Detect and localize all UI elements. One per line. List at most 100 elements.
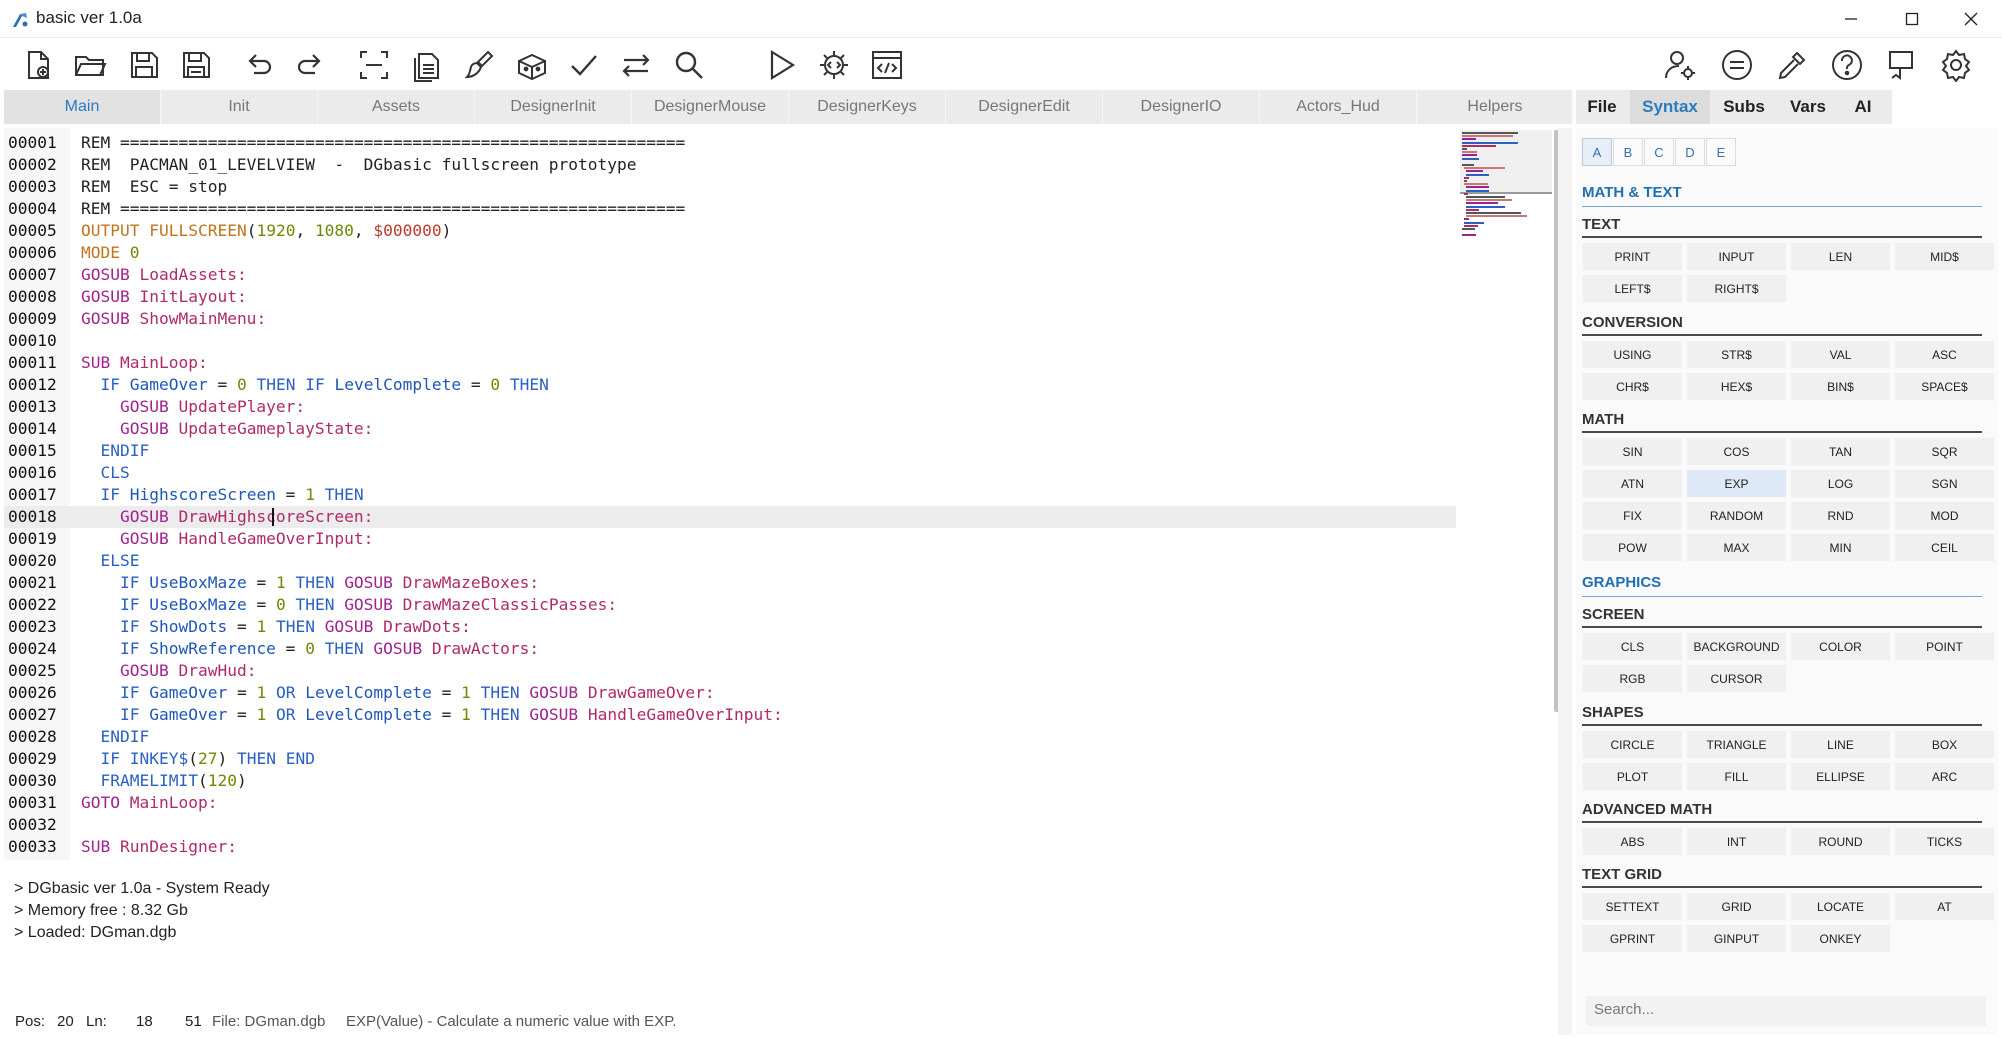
code-view-button[interactable]	[866, 44, 908, 86]
tab-ai[interactable]: AI	[1840, 90, 1886, 124]
tab-subs[interactable]: Subs	[1712, 90, 1776, 124]
keyword-button-ginput[interactable]: GINPUT	[1686, 924, 1787, 953]
code-line[interactable]: 00005 OUTPUT FULLSCREEN(1920, 1080, $0000…	[4, 220, 1456, 242]
letter-filter-b[interactable]: B	[1613, 138, 1643, 166]
keyword-button-val[interactable]: VAL	[1790, 340, 1891, 369]
tab-designeredit[interactable]: DesignerEdit	[946, 90, 1103, 124]
keyword-button-atn[interactable]: ATN	[1582, 469, 1683, 498]
check-button[interactable]	[563, 44, 605, 86]
code-line[interactable]: 00015 ENDIF	[4, 440, 1456, 462]
keyword-button-str-str[interactable]: STR$	[1686, 340, 1787, 369]
user-settings-button[interactable]	[1659, 44, 1701, 86]
code-line[interactable]: 00016 CLS	[4, 462, 1456, 484]
keyword-button-round[interactable]: ROUND	[1790, 827, 1891, 856]
code-line[interactable]: 00029 IF INKEY$(27) THEN END	[4, 748, 1456, 770]
keyword-button-cos[interactable]: COS	[1686, 437, 1787, 466]
keyword-button-cursor[interactable]: CURSOR	[1686, 664, 1787, 693]
tab-helpers[interactable]: Helpers	[1417, 90, 1574, 124]
letter-filter-e[interactable]: E	[1706, 138, 1736, 166]
keyword-button-gprint[interactable]: GPRINT	[1582, 924, 1683, 953]
code-line[interactable]: 00004 REM ===============================…	[4, 198, 1456, 220]
tab-vars[interactable]: Vars	[1778, 90, 1838, 124]
minimize-button[interactable]	[1822, 0, 1880, 38]
keyword-button-locate[interactable]: LOCATE	[1790, 892, 1891, 921]
keyword-button-grid[interactable]: GRID	[1686, 892, 1787, 921]
code-line[interactable]: 00017 IF HighscoreScreen = 1 THEN	[4, 484, 1456, 506]
keyword-button-point[interactable]: POINT	[1894, 632, 1995, 661]
redo-button[interactable]	[290, 44, 332, 86]
keyword-button-background[interactable]: BACKGROUND	[1686, 632, 1787, 661]
format-button[interactable]	[458, 44, 500, 86]
letter-filter-a[interactable]: A	[1582, 138, 1612, 166]
keyword-button-ceil[interactable]: CEIL	[1894, 533, 1995, 562]
keyword-button-fix[interactable]: FIX	[1582, 501, 1683, 530]
code-line[interactable]: 00023 IF ShowDots = 1 THEN GOSUB DrawDot…	[4, 616, 1456, 638]
keyword-button-color[interactable]: COLOR	[1790, 632, 1891, 661]
keyword-button-mid-str[interactable]: MID$	[1894, 242, 1995, 271]
keyword-button-rgb[interactable]: RGB	[1582, 664, 1683, 693]
letter-filter-d[interactable]: D	[1675, 138, 1705, 166]
keyword-button-using[interactable]: USING	[1582, 340, 1683, 369]
code-line[interactable]: 00003 REM ESC = stop	[4, 176, 1456, 198]
keyword-button-int[interactable]: INT	[1686, 827, 1787, 856]
code-line[interactable]: 00006 MODE 0	[4, 242, 1456, 264]
search-button[interactable]	[668, 44, 710, 86]
keyword-button-exp[interactable]: EXP	[1686, 469, 1787, 498]
keyword-button-len[interactable]: LEN	[1790, 242, 1891, 271]
tab-assets[interactable]: Assets	[318, 90, 475, 124]
code-line[interactable]: 00031 GOTO MainLoop:	[4, 792, 1456, 814]
keyword-button-bin-str[interactable]: BIN$	[1790, 372, 1891, 401]
build-button[interactable]	[511, 44, 553, 86]
undo-button[interactable]	[237, 44, 279, 86]
keyword-button-arc[interactable]: ARC	[1894, 762, 1995, 791]
eyedropper-button[interactable]	[1771, 44, 1813, 86]
code-line[interactable]: 00032	[4, 814, 1456, 836]
keyword-button-line[interactable]: LINE	[1790, 730, 1891, 759]
keyword-button-fill[interactable]: FILL	[1686, 762, 1787, 791]
compile-button[interactable]	[813, 44, 855, 86]
tab-designerkeys[interactable]: DesignerKeys	[789, 90, 946, 124]
keyword-button-sgn[interactable]: SGN	[1894, 469, 1995, 498]
run-button[interactable]	[760, 44, 802, 86]
keyword-button-pow[interactable]: POW	[1582, 533, 1683, 562]
keyword-button-plot[interactable]: PLOT	[1582, 762, 1683, 791]
settings-button[interactable]	[1935, 44, 1977, 86]
open-folder-button[interactable]	[69, 44, 111, 86]
code-line[interactable]: 00024 IF ShowReference = 0 THEN GOSUB Dr…	[4, 638, 1456, 660]
code-line[interactable]: 00013 GOSUB UpdatePlayer:	[4, 396, 1456, 418]
code-line[interactable]: 00007 GOSUB LoadAssets:	[4, 264, 1456, 286]
keyword-button-settext[interactable]: SETTEXT	[1582, 892, 1683, 921]
code-line[interactable]: 00014 GOSUB UpdateGameplayState:	[4, 418, 1456, 440]
keyword-button-cls[interactable]: CLS	[1582, 632, 1683, 661]
keyword-button-mod[interactable]: MOD	[1894, 501, 1995, 530]
keyword-button-space-str[interactable]: SPACE$	[1894, 372, 1995, 401]
code-line[interactable]: 00011 SUB MainLoop:	[4, 352, 1456, 374]
code-line[interactable]: 00028 ENDIF	[4, 726, 1456, 748]
code-line[interactable]: 00012 IF GameOver = 0 THEN IF LevelCompl…	[4, 374, 1456, 396]
close-button[interactable]	[1942, 0, 2000, 38]
code-line[interactable]: 00027 IF GameOver = 1 OR LevelComplete =…	[4, 704, 1456, 726]
keyword-button-circle[interactable]: CIRCLE	[1582, 730, 1683, 759]
tab-actors-hud[interactable]: Actors_Hud	[1260, 90, 1417, 124]
save-button[interactable]	[123, 44, 165, 86]
code-line[interactable]: 00019 GOSUB HandleGameOverInput:	[4, 528, 1456, 550]
flag-button[interactable]	[1880, 44, 1922, 86]
tab-designerinit[interactable]: DesignerInit	[475, 90, 632, 124]
maximize-button[interactable]	[1883, 0, 1941, 38]
code-line[interactable]: 00001 REM ===============================…	[4, 132, 1456, 154]
help-button[interactable]	[1826, 44, 1868, 86]
keyword-button-ticks[interactable]: TICKS	[1894, 827, 1995, 856]
code-line[interactable]: 00025 GOSUB DrawHud:	[4, 660, 1456, 682]
keyword-button-triangle[interactable]: TRIANGLE	[1686, 730, 1787, 759]
keyword-button-sin[interactable]: SIN	[1582, 437, 1683, 466]
keyword-button-sqr[interactable]: SQR	[1894, 437, 1995, 466]
copy-button[interactable]	[405, 44, 447, 86]
code-editor[interactable]: 00001 REM ===============================…	[4, 128, 1456, 860]
tab-designermouse[interactable]: DesignerMouse	[632, 90, 789, 124]
code-line[interactable]: 00018 GOSUB DrawHighscoreScreen:	[4, 506, 1456, 528]
equals-button[interactable]	[1716, 44, 1758, 86]
keyword-button-min[interactable]: MIN	[1790, 533, 1891, 562]
keyword-button-tan[interactable]: TAN	[1790, 437, 1891, 466]
tab-init[interactable]: Init	[161, 90, 318, 124]
keyword-button-chr-str[interactable]: CHR$	[1582, 372, 1683, 401]
